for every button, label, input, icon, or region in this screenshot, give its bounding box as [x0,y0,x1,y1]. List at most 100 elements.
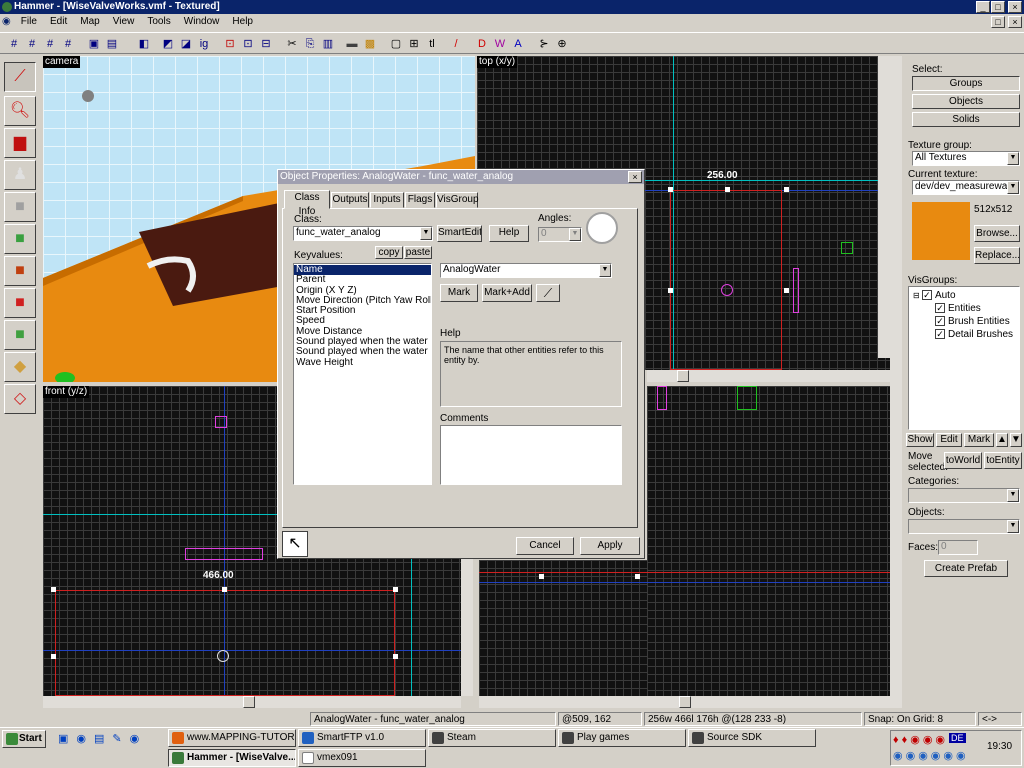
keyvalue-item[interactable]: Parent [294,275,431,285]
task-play-games[interactable]: Play games [558,729,686,747]
side-hscroll[interactable] [479,696,890,708]
to-entity-button[interactable]: toEntity [984,452,1022,469]
tray-icons[interactable]: ♦♦◉◉◉ [893,733,948,746]
top-hscroll[interactable] [647,370,890,382]
task-browser[interactable]: www.MAPPING-TUTORIA... [168,729,296,747]
checkbox-icon[interactable]: ✓ [935,329,945,340]
dialog-close-button[interactable]: × [628,171,642,183]
copy-icon[interactable]: ⎘ [302,36,318,52]
tab-flags[interactable]: Flags [405,192,435,208]
grid-3d-icon[interactable]: # [24,36,40,52]
show-button[interactable]: Show [906,433,934,447]
visgroup-item[interactable]: ✓ Brush Entities [913,315,1015,328]
move-down-icon[interactable]: ▼ [1010,433,1022,447]
paste-icon[interactable]: ▥ [320,36,336,52]
keyvalue-item[interactable]: Start Position [294,306,431,316]
check-map-icon[interactable]: A [510,36,526,52]
toggle-texture-icon[interactable]: ■ [4,224,36,254]
measure-icon[interactable]: ⊱ [536,36,552,52]
replace-button[interactable]: Replace... [974,247,1020,264]
mark-visgroup-button[interactable]: Mark [964,433,994,447]
menu-edit[interactable]: Edit [45,14,72,30]
selection-tool-icon[interactable]: ⟋ [4,62,36,92]
apply-texture-icon[interactable]: ■ [4,256,36,286]
language-indicator[interactable]: DE [949,733,966,743]
entity-icon[interactable]: ⊞ [406,36,422,52]
tab-outputs[interactable]: Outputs [331,192,369,208]
texture-group-select[interactable]: All Textures ▼ [912,151,1020,166]
edit-button[interactable]: Edit [936,433,962,447]
visgroup-item[interactable]: ✓ Detail Brushes [913,328,1015,341]
select-solids-button[interactable]: Solids [912,112,1020,127]
selection-icon[interactable]: ▢ [388,36,404,52]
checkbox-icon[interactable]: ✓ [921,290,932,301]
top-vscroll[interactable] [878,56,890,358]
tab-inputs[interactable]: Inputs [370,192,404,208]
menu-file[interactable]: File [16,14,42,30]
apply-button[interactable]: Apply [580,537,640,555]
redo-icon[interactable]: ⊡ [240,36,256,52]
menu-help[interactable]: Help [227,14,258,30]
quick-launch-icons[interactable]: ▣◉▤✎◉ [58,732,158,746]
tl-icon[interactable]: tl [424,36,440,52]
tab-class-info[interactable]: Class Info [284,190,330,217]
browse-button[interactable]: Browse... [974,225,1020,242]
task-vmex[interactable]: vmex091 [298,749,426,767]
copy-view-icon[interactable]: ⊟ [258,36,274,52]
keyvalue-item[interactable]: Origin (X Y Z) [294,286,431,296]
ungroup-icon[interactable]: ▤ [104,36,120,52]
tray-icons-row2[interactable]: ◉◉◉◉◉◉ [893,749,969,762]
tab-visgroup[interactable]: VisGroup [436,192,479,208]
task-source-sdk[interactable]: Source SDK [688,729,816,747]
task-steam[interactable]: Steam [428,729,556,747]
grid-larger-icon[interactable]: # [60,36,76,52]
angles-dial[interactable] [586,212,618,244]
undo-icon[interactable]: ⊡ [222,36,238,52]
camera-tool-icon[interactable]: ▆ [4,128,36,158]
pick-entity-icon[interactable]: ↖ [282,531,308,557]
doc-close-button[interactable]: × [1008,16,1022,28]
apply-overlay-icon[interactable]: ■ [4,320,36,350]
maximize-button[interactable]: □ [991,1,1005,13]
task-hammer[interactable]: Hammer - [WiseValve... [168,749,296,767]
keyvalue-item[interactable]: Sound played when the water brush [294,337,431,347]
create-prefab-button[interactable]: Create Prefab [924,560,1008,577]
objects-select[interactable]: ▼ [908,519,1020,534]
entity-tool-icon[interactable]: ♟ [4,160,36,190]
front-hscroll[interactable] [43,696,461,708]
to-world-button[interactable]: toWorld [944,452,982,469]
cancel-button[interactable]: Cancel [516,537,574,555]
clipping-tool-icon[interactable]: ◆ [4,352,36,382]
faces-spinner[interactable]: 0 [938,540,978,555]
keyvalue-item[interactable]: Move Direction (Pitch Yaw Roll) [294,296,431,306]
menu-view[interactable]: View [108,14,140,30]
select-groups-button[interactable]: Groups [912,76,1020,91]
menu-tools[interactable]: Tools [142,14,175,30]
carve-icon[interactable]: ◩ [160,36,176,52]
menu-map[interactable]: Map [75,14,104,30]
block-tool-icon[interactable]: ■ [4,192,36,222]
copy-button[interactable]: copy [375,246,403,259]
apply-decal-icon[interactable]: ■ [4,288,36,318]
mark-button[interactable]: Mark [440,284,478,302]
current-texture-select[interactable]: dev/dev_measurewall0 ▼ [912,180,1020,195]
magnify-tool-icon[interactable]: 🔍︎ [4,96,36,126]
minimize-button[interactable]: _ [976,1,990,13]
visgroup-item[interactable]: ✓ Entities [913,302,1015,315]
vertex-tool-icon[interactable]: ◇ [4,384,36,414]
right-vscroll[interactable] [890,56,902,708]
target-icon[interactable]: ⊕ [554,36,570,52]
grid-smaller-icon[interactable]: # [42,36,58,52]
checkbox-icon[interactable]: ✓ [935,303,945,314]
paste-button[interactable]: paste [404,246,432,259]
class-select[interactable]: func_water_analog ▼ [293,226,433,241]
texture-lock-icon[interactable]: ig [196,36,212,52]
doc-restore-button[interactable]: □ [991,16,1005,28]
task-smartftp[interactable]: SmartFTP v1.0 [298,729,426,747]
smartedit-button[interactable]: SmartEdit [437,225,482,242]
help-button[interactable]: Help [489,225,529,242]
value-select[interactable]: AnalogWater ▼ [440,263,612,278]
keyvalue-item[interactable]: Wave Height [294,358,431,368]
eyedropper-icon[interactable]: ⟋ [536,284,560,302]
document-icon[interactable]: ◉ [0,14,13,30]
